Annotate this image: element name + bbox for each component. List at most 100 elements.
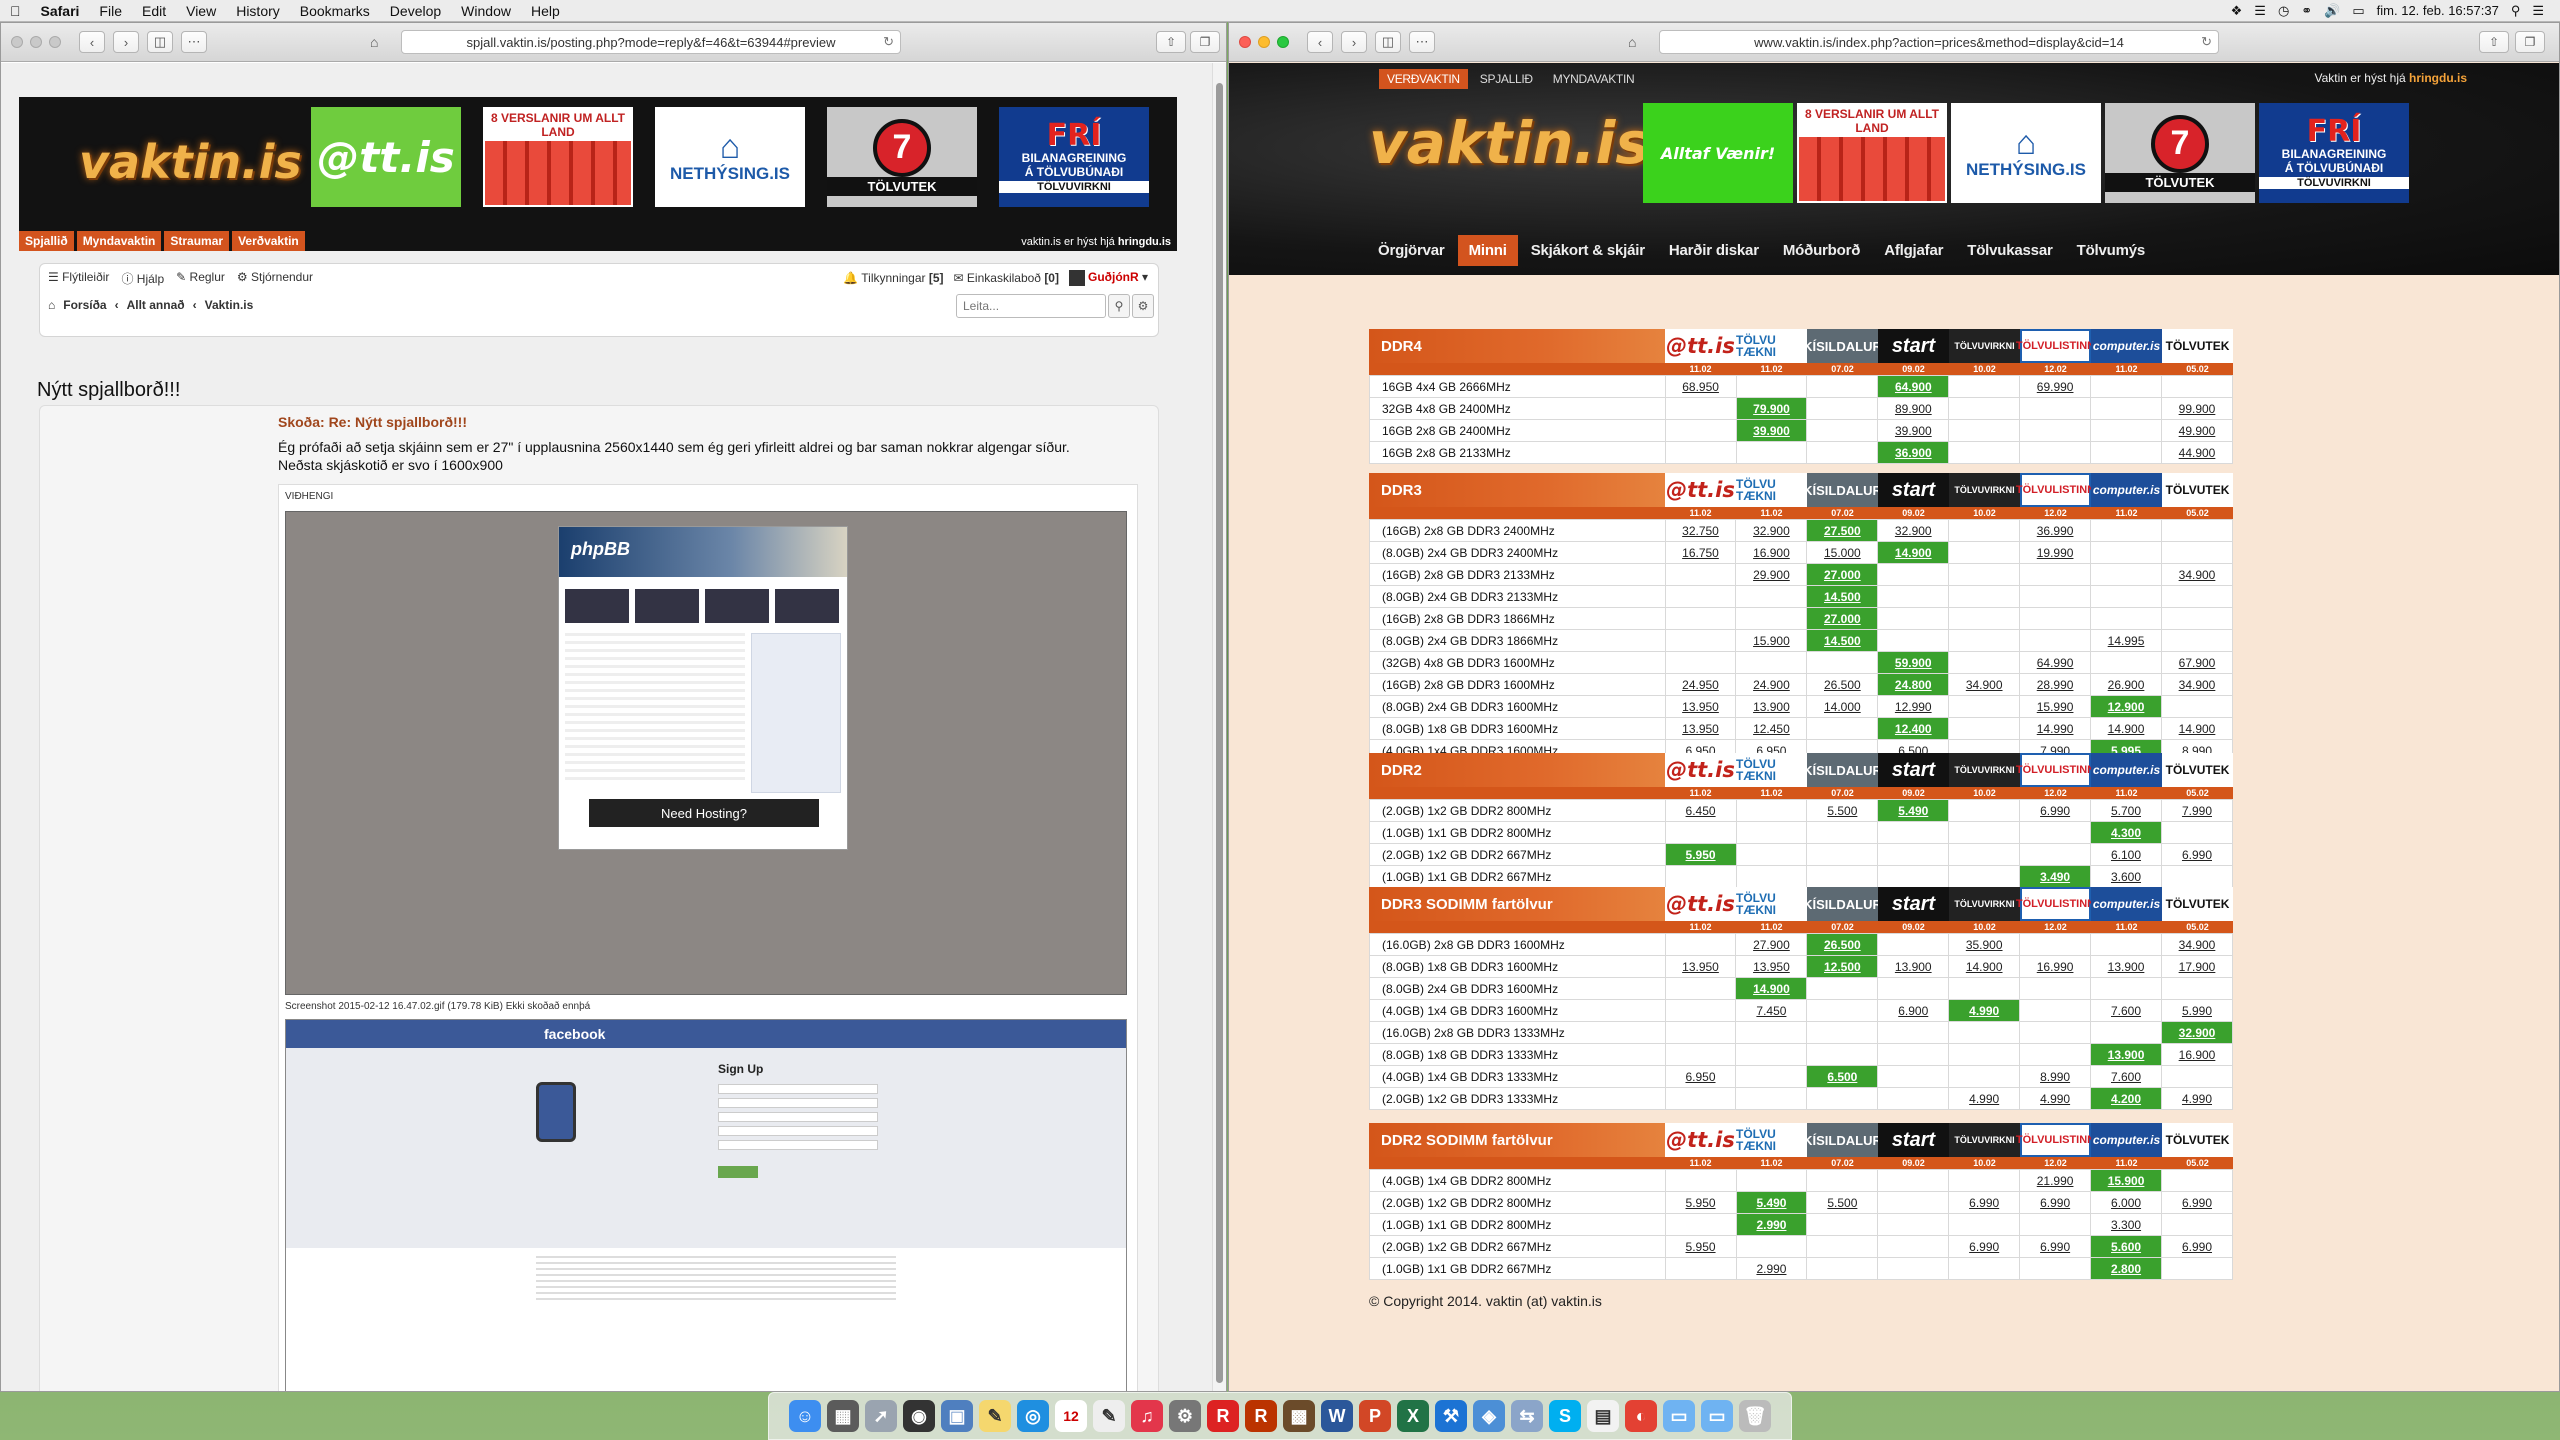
store-tolvuvirkni-logo[interactable]: TÖLVUVIRKNI [1949,473,2020,507]
nav-straumar[interactable]: Straumar [164,231,230,251]
forward-button[interactable]: › [1341,31,1367,53]
store-kisildalur-logo[interactable]: KÍSILDALUR [1803,753,1882,787]
price-cell[interactable]: 32.750 [1664,519,1737,542]
price-cell[interactable]: 6.900 [1877,999,1950,1022]
price-cell[interactable]: 16.750 [1664,541,1737,564]
price-cell[interactable]: 39.900 [1877,419,1950,442]
price-cell[interactable]: 3.490 [2019,865,2092,888]
product-name[interactable]: 16GB 2x8 GB 2400MHz [1369,419,1666,442]
menubar-clock[interactable]: fim. 12. feb. 16:57:37 [2371,3,2505,18]
store-computer-logo[interactable]: computer.is [2091,473,2162,507]
product-name[interactable]: (1.0GB) 1x1 GB DDR2 800MHz [1369,821,1666,844]
price-cell[interactable]: 69.990 [2019,375,2092,398]
price-cell[interactable]: 5.700 [2090,799,2162,822]
store-computer-logo[interactable]: computer.is [2091,753,2162,787]
price-cell[interactable]: 68.950 [1664,375,1737,398]
nethysing-banner[interactable]: ⌂ NETHÝSING.IS [1951,103,2101,203]
product-name[interactable]: (2.0GB) 1x2 GB DDR2 667MHz [1369,843,1666,866]
price-cell[interactable]: 5.500 [1806,799,1879,822]
price-cell[interactable]: 13.950 [1664,955,1737,978]
breadcrumb-forsida[interactable]: Forsíða [63,298,106,312]
price-cell[interactable]: 15.990 [2019,695,2092,718]
store-computer-logo[interactable]: computer.is [2091,887,2162,921]
notes-icon[interactable]: ✎ [979,1400,1011,1432]
store-kisildalur-logo[interactable]: KÍSILDALUR [1803,887,1882,921]
price-cell[interactable]: 6.950 [1664,1065,1737,1088]
price-cell[interactable]: 26.900 [2090,673,2162,696]
product-name[interactable]: 16GB 4x4 GB 2666MHz [1369,375,1666,398]
store-start-logo[interactable]: start [1878,1123,1949,1157]
price-cell[interactable]: 34.900 [1948,673,2021,696]
product-name[interactable]: (16GB) 2x8 GB DDR3 1866MHz [1369,607,1666,630]
menu-window[interactable]: Window [451,0,521,22]
store-tolvutek-logo[interactable]: TÖLVUTEK [2162,1123,2233,1157]
product-name[interactable]: (8.0GB) 1x8 GB DDR3 1333MHz [1369,1043,1666,1066]
price-cell[interactable]: 16.900 [2160,1043,2234,1066]
store-tolvulistinn-logo[interactable]: TÖLVULISTINN [2016,329,2095,363]
price-cell[interactable]: 32.900 [1735,519,1808,542]
product-name[interactable]: (1.0GB) 1x1 GB DDR2 667MHz [1369,1257,1666,1280]
product-name[interactable]: 32GB 4x8 GB 2400MHz [1369,397,1666,420]
time-machine-icon[interactable]: ◷ [2272,3,2295,19]
price-cell[interactable]: 4.300 [2090,821,2162,844]
price-cell[interactable]: 7.600 [2090,1065,2162,1088]
store-tolvuvirkni-logo[interactable]: TÖLVUVIRKNI [1949,753,2020,787]
price-cell[interactable]: 6.100 [2090,843,2162,866]
store-att-logo[interactable]: @tt.is [1665,1123,1736,1157]
fri-banner[interactable]: FRÍ BILANAGREINING Á TÖLVUBÚNAÐI TÖLVUVIRKN… [2259,103,2409,203]
product-name[interactable]: (8.0GB) 2x4 GB DDR3 1866MHz [1369,629,1666,652]
vaktin-logo[interactable]: vaktin.is [79,135,302,189]
price-cell[interactable]: 5.490 [1877,799,1950,822]
price-cell[interactable]: 14.900 [1735,977,1808,1000]
price-cell[interactable]: 5.950 [1664,1235,1737,1258]
price-cell[interactable]: 99.900 [2160,397,2234,420]
store-computer-logo[interactable]: computer.is [2091,329,2162,363]
price-cell[interactable]: 36.990 [2019,519,2092,542]
price-cell[interactable]: 64.900 [1877,375,1950,398]
price-cell[interactable]: 13.950 [1664,695,1737,718]
back-button[interactable]: ‹ [79,31,105,53]
search-icon[interactable]: ⚲ [1108,294,1130,318]
store-att-logo[interactable]: @tt.is [1665,887,1736,921]
top-sites-icon[interactable]: ⋯ [1409,31,1435,53]
product-name[interactable]: (8.0GB) 2x4 GB DDR3 1600MHz [1369,695,1666,718]
vaktin-logo[interactable]: vaktin.is [1369,109,1650,177]
tabs-icon[interactable]: ❐ [2515,31,2545,53]
product-name[interactable]: (4.0GB) 1x4 GB DDR2 800MHz [1369,1169,1666,1192]
store-tolvutaekni-logo[interactable]: TÖLVU TÆKNI [1736,887,1807,921]
price-cell[interactable]: 6.990 [2019,1235,2092,1258]
price-cell[interactable]: 19.990 [2019,541,2092,564]
price-cell[interactable]: 27.000 [1806,563,1879,586]
price-cell[interactable]: 17.900 [2160,955,2234,978]
verslanir-banner[interactable]: 8 VERSLANIR UM ALLT LAND [1797,103,1947,203]
screenshot-phpbb[interactable]: phpBB Need Hosting? [285,511,1127,995]
price-cell[interactable]: 14.995 [2090,629,2162,652]
price-cell[interactable]: 4.990 [1948,1087,2021,1110]
price-cell[interactable]: 21.990 [2019,1169,2092,1192]
category-hardir-diskar[interactable]: Harðir diskar [1658,235,1770,266]
price-cell[interactable]: 13.900 [1877,955,1950,978]
store-kisildalur-logo[interactable]: KÍSILDALUR [1803,329,1882,363]
price-cell[interactable]: 12.500 [1806,955,1879,978]
category-orgjorvar[interactable]: Örgjörvar [1367,235,1456,266]
calendar-icon[interactable]: 12 [1055,1400,1087,1432]
finder-icon[interactable]: ☺ [789,1400,821,1432]
nav-myndavaktin[interactable]: MYNDAVAKTIN [1545,69,1643,89]
category-skjakort[interactable]: Skjákort & skjáir [1520,235,1656,266]
price-cell[interactable]: 12.900 [2090,695,2162,718]
keynote-icon[interactable]: ◈ [1473,1400,1505,1432]
price-cell[interactable]: 3.600 [2090,865,2162,888]
safari-icon[interactable]: ◎ [1017,1400,1049,1432]
price-cell[interactable]: 6.990 [2160,843,2234,866]
launchpad-icon[interactable]: ▦ [827,1400,859,1432]
store-tolvutaekni-logo[interactable]: TÖLVU TÆKNI [1736,1123,1807,1157]
zoom-window-button[interactable] [49,36,61,48]
sidebar-toggle-icon[interactable]: ◫ [147,31,173,53]
price-cell[interactable]: 3.300 [2090,1213,2163,1236]
product-name[interactable]: (8.0GB) 2x4 GB DDR3 2400MHz [1369,541,1666,564]
top-sites-icon[interactable]: ⋯ [181,31,207,53]
price-cell[interactable]: 6.990 [2161,1191,2233,1214]
product-name[interactable]: (2.0GB) 1x2 GB DDR2 667MHz [1369,1235,1666,1258]
price-cell[interactable]: 39.900 [1735,419,1808,442]
menu-history[interactable]: History [226,0,290,22]
